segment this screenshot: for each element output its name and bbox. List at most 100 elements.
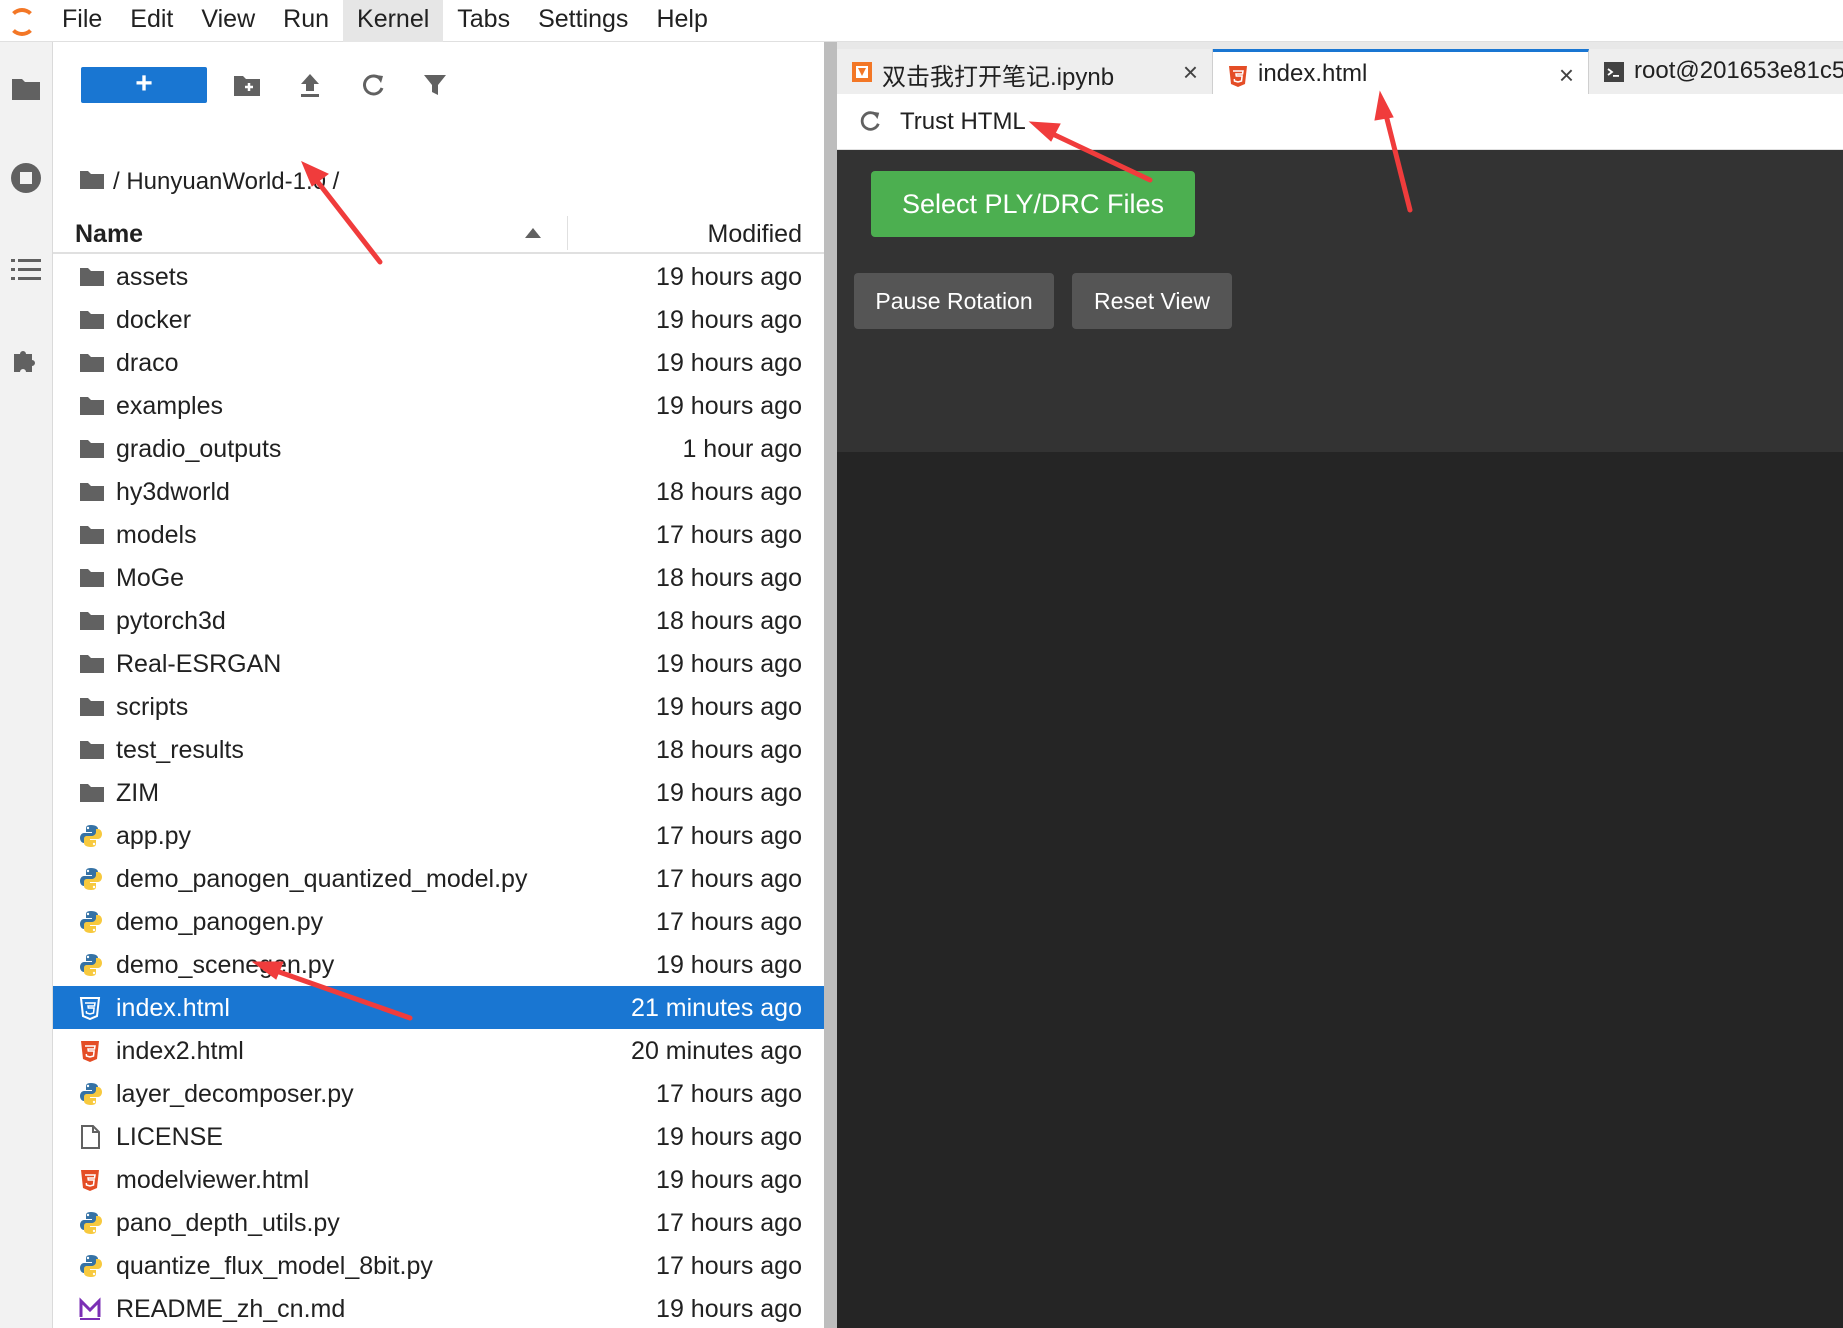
- file-name: ZIM: [116, 779, 160, 807]
- file-list: assets 19 hours ago docker 19 hours ago drac…: [53, 255, 824, 1328]
- select-files-button[interactable]: Select PLY/DRC Files: [871, 171, 1195, 237]
- file-row[interactable]: demo_panogen.py 17 hours ago: [53, 900, 824, 943]
- python-file-icon: [79, 1082, 105, 1106]
- file-row[interactable]: app.py 17 hours ago: [53, 814, 824, 857]
- file-modified: 19 hours ago: [656, 951, 802, 979]
- file-modified: 18 hours ago: [656, 564, 802, 592]
- running-kernels-icon[interactable]: [8, 160, 44, 196]
- menu-tabs[interactable]: Tabs: [443, 0, 524, 42]
- reset-view-button[interactable]: Reset View: [1072, 273, 1232, 329]
- trust-html-button[interactable]: Trust HTML: [900, 108, 1026, 136]
- file-name: index2.html: [116, 1037, 244, 1065]
- folder-icon: [79, 265, 105, 289]
- file-name: scripts: [116, 693, 189, 721]
- breadcrumb-folder-icon[interactable]: [79, 168, 105, 197]
- file-modified: 19 hours ago: [656, 1295, 802, 1323]
- file-row[interactable]: gradio_outputs 1 hour ago: [53, 427, 824, 470]
- file-name: modelviewer.html: [116, 1166, 310, 1194]
- tab-label: root@201653e81c5: [1634, 57, 1843, 84]
- folder-icon: [79, 695, 105, 719]
- menu-edit[interactable]: Edit: [116, 0, 187, 42]
- file-row[interactable]: Real-ESRGAN 19 hours ago: [53, 642, 824, 685]
- file-row[interactable]: modelviewer.html 19 hours ago: [53, 1158, 824, 1201]
- file-row[interactable]: demo_panogen_quantized_model.py 17 hours …: [53, 857, 824, 900]
- folder-icon: [79, 652, 105, 676]
- activity-bar: [0, 42, 53, 1328]
- file-row[interactable]: layer_decomposer.py 17 hours ago: [53, 1072, 824, 1115]
- file-name: layer_decomposer.py: [116, 1080, 354, 1108]
- folder-icon: [79, 609, 105, 633]
- file-modified: 17 hours ago: [656, 822, 802, 850]
- file-name: Real-ESRGAN: [116, 650, 282, 678]
- file-modified: 19 hours ago: [656, 1123, 802, 1151]
- file-row[interactable]: README_zh_cn.md 19 hours ago: [53, 1287, 824, 1328]
- folder-icon: [79, 480, 105, 504]
- file-modified: 19 hours ago: [656, 693, 802, 721]
- markdown-file-icon: [79, 1297, 105, 1321]
- file-modified: 18 hours ago: [656, 478, 802, 506]
- table-of-contents-icon[interactable]: [8, 252, 44, 288]
- file-row[interactable]: scripts 19 hours ago: [53, 685, 824, 728]
- column-modified-header[interactable]: Modified: [708, 220, 803, 249]
- refresh-icon[interactable]: [855, 106, 885, 136]
- column-separator[interactable]: [567, 216, 568, 250]
- file-modified: 19 hours ago: [656, 779, 802, 807]
- pause-rotation-button[interactable]: Pause Rotation: [854, 273, 1054, 329]
- menu-help[interactable]: Help: [642, 0, 721, 42]
- notebook-icon: [851, 61, 873, 83]
- file-modified: 17 hours ago: [656, 521, 802, 549]
- file-row[interactable]: LICENSE 19 hours ago: [53, 1115, 824, 1158]
- file-row[interactable]: demo_scenegen.py 19 hours ago: [53, 943, 824, 986]
- breadcrumb: / HunyuanWorld-1.0 /: [79, 162, 339, 202]
- file-row[interactable]: pytorch3d 18 hours ago: [53, 599, 824, 642]
- file-row[interactable]: hy3dworld 18 hours ago: [53, 470, 824, 513]
- file-modified: 18 hours ago: [656, 736, 802, 764]
- folder-icon: [79, 566, 105, 590]
- tab-index-html[interactable]: index.html ×: [1213, 49, 1589, 94]
- extensions-puzzle-icon[interactable]: [8, 342, 44, 378]
- file-modified: 19 hours ago: [656, 650, 802, 678]
- column-name-header[interactable]: Name: [75, 220, 143, 249]
- file-row[interactable]: index2.html 20 minutes ago: [53, 1029, 824, 1072]
- file-row[interactable]: test_results 18 hours ago: [53, 728, 824, 771]
- folder-icon: [79, 523, 105, 547]
- menu-bar: File Edit View Run Kernel Tabs Settings …: [0, 0, 1843, 42]
- refresh-icon[interactable]: [358, 70, 388, 100]
- new-folder-icon[interactable]: [232, 70, 262, 100]
- tab-label: 双击我打开笔记.ipynb: [882, 64, 1115, 91]
- tab-terminal[interactable]: root@201653e81c5: [1589, 49, 1843, 94]
- file-row[interactable]: index.html 21 minutes ago: [53, 986, 824, 1029]
- file-row[interactable]: models 17 hours ago: [53, 513, 824, 556]
- panel-splitter[interactable]: [824, 42, 837, 1328]
- close-icon[interactable]: ×: [1559, 60, 1574, 91]
- file-row[interactable]: MoGe 18 hours ago: [53, 556, 824, 599]
- menu-run[interactable]: Run: [269, 0, 343, 42]
- menu-settings[interactable]: Settings: [524, 0, 642, 42]
- text-file-icon: [79, 1125, 105, 1149]
- tab-notebook[interactable]: 双击我打开笔记.ipynb ×: [837, 49, 1213, 94]
- close-icon[interactable]: ×: [1183, 57, 1198, 88]
- file-row[interactable]: ZIM 19 hours ago: [53, 771, 824, 814]
- file-list-header: Name Modified: [53, 214, 824, 254]
- filter-icon[interactable]: [420, 70, 450, 100]
- new-launcher-button[interactable]: +: [81, 67, 207, 103]
- file-row[interactable]: assets 19 hours ago: [53, 255, 824, 298]
- breadcrumb-path[interactable]: / HunyuanWorld-1.0 /: [113, 168, 339, 196]
- menu-kernel[interactable]: Kernel: [343, 0, 444, 42]
- file-name: pytorch3d: [116, 607, 226, 635]
- file-row[interactable]: docker 19 hours ago: [53, 298, 824, 341]
- file-name: draco: [116, 349, 179, 377]
- file-modified: 20 minutes ago: [631, 1037, 802, 1065]
- file-row[interactable]: draco 19 hours ago: [53, 341, 824, 384]
- menu-file[interactable]: File: [48, 0, 116, 42]
- file-row[interactable]: pano_depth_utils.py 17 hours ago: [53, 1201, 824, 1244]
- upload-icon[interactable]: [295, 70, 325, 100]
- file-row[interactable]: quantize_flux_model_8bit.py 17 hours ago: [53, 1244, 824, 1287]
- file-modified: 17 hours ago: [656, 865, 802, 893]
- file-name: docker: [116, 306, 192, 334]
- folder-icon[interactable]: [8, 70, 44, 106]
- folder-icon: [79, 781, 105, 805]
- menu-view[interactable]: View: [187, 0, 269, 42]
- file-name: test_results: [116, 736, 244, 764]
- file-row[interactable]: examples 19 hours ago: [53, 384, 824, 427]
